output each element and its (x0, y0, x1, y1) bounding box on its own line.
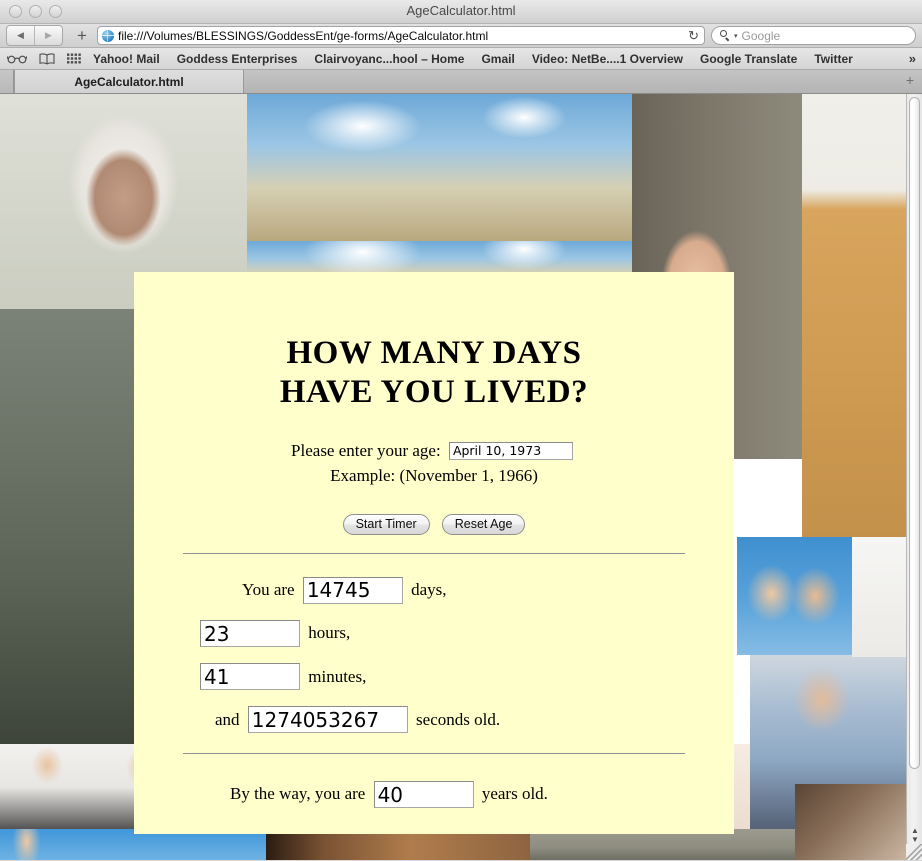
search-placeholder: Google (741, 28, 781, 43)
page-title-line-1: HOW MANY DAYS (286, 335, 582, 371)
bookmark-twitter[interactable]: Twitter (814, 52, 852, 66)
collage-photo-white-filler-2 (852, 537, 906, 657)
add-tab-icon[interactable]: + (906, 73, 914, 87)
scroll-down-arrow-icon[interactable]: ▼ (907, 835, 922, 844)
collage-photo-two-women-blue-sky (737, 537, 852, 655)
title-bar: AgeCalculator.html (0, 0, 922, 24)
tab-strip-start (0, 70, 14, 93)
browser-window: AgeCalculator.html ◀ ▶ + file:///Volumes… (0, 0, 922, 861)
age-calculator-card: HOW MANY DAYS HAVE YOU LIVED? Please ent… (134, 272, 734, 834)
seconds-row: and seconds old. (215, 704, 734, 735)
book-icon[interactable] (39, 52, 55, 65)
forward-button[interactable]: ▶ (34, 26, 62, 45)
divider-bottom (183, 752, 685, 754)
tab-bar: AgeCalculator.html + (0, 70, 922, 94)
new-tab-button[interactable]: + (71, 26, 93, 45)
age-prompt-label: Please enter your age: (291, 440, 441, 460)
days-output[interactable] (302, 576, 403, 604)
back-button[interactable]: ◀ (7, 26, 34, 45)
age-input[interactable] (448, 441, 573, 460)
bookmarks-overflow-icon[interactable]: » (909, 51, 916, 66)
navigation-buttons: ◀ ▶ (6, 25, 63, 46)
age-entry-row: Please enter your age: (134, 440, 734, 461)
reload-icon[interactable]: ↻ (688, 29, 699, 42)
grid-apps-icon[interactable] (67, 53, 81, 65)
globe-icon (102, 29, 114, 42)
page-title-line-2: HAVE YOU LIVED? (279, 373, 589, 410)
collage-photo-children-under-sky (247, 94, 632, 241)
seconds-suffix-label: seconds old. (416, 709, 501, 729)
bookmarks-bar: Yahoo! Mail Goddess Enterprises Clairvoy… (0, 48, 922, 70)
collage-photo-blurred-hair (795, 784, 906, 860)
vertical-scrollbar[interactable]: ▲ ▼ (906, 94, 922, 860)
address-bar-text: file:///Volumes/BLESSINGS/GoddessEnt/ge-… (118, 28, 489, 43)
days-prefix-label: You are (242, 580, 295, 600)
seconds-prefix-label: and (215, 709, 240, 729)
minutes-row: minutes, (196, 661, 734, 692)
bookmark-video-netbeans[interactable]: Video: NetBe....1 Overview (532, 52, 683, 66)
minutes-output[interactable] (200, 663, 300, 691)
search-icon (720, 30, 731, 41)
collage-photo-toddler-in-desert (802, 94, 906, 574)
page-title: HOW MANY DAYS HAVE YOU LIVED? (134, 272, 734, 412)
hours-row: hours, (196, 617, 734, 648)
hours-output[interactable] (200, 620, 300, 648)
tab-agecalculator[interactable]: AgeCalculator.html (14, 70, 244, 93)
address-bar[interactable]: file:///Volumes/BLESSINGS/GoddessEnt/ge-… (97, 26, 705, 45)
reset-age-button[interactable]: Reset Age (441, 513, 526, 536)
bookmark-clairvoyance-school[interactable]: Clairvoyanc...hool – Home (314, 52, 464, 66)
bookmark-goddess-enterprises[interactable]: Goddess Enterprises (177, 52, 298, 66)
divider-top (183, 553, 685, 555)
years-suffix-label: years old. (481, 783, 548, 803)
button-row: Start Timer Reset Age (134, 513, 734, 536)
days-row: You are days, (242, 574, 734, 605)
hours-suffix-label: hours, (308, 623, 351, 643)
bookmark-yahoo-mail[interactable]: Yahoo! Mail (93, 52, 160, 66)
search-input[interactable]: ▾ Google (711, 26, 916, 45)
years-row: By the way, you are years old. (134, 779, 734, 809)
results-block: You are days, hours, minutes, and second… (134, 574, 734, 734)
years-output[interactable] (373, 781, 474, 809)
reader-glasses-icon[interactable] (7, 54, 27, 64)
age-example-label: Example: (November 1, 1966) (330, 465, 538, 485)
scroll-up-arrow-icon[interactable]: ▲ (907, 826, 922, 835)
scrollbar-thumb[interactable] (909, 97, 920, 769)
bookmark-google-translate[interactable]: Google Translate (700, 52, 797, 66)
days-suffix-label: days, (411, 580, 447, 600)
page-viewport: HOW MANY DAYS HAVE YOU LIVED? Please ent… (0, 94, 922, 860)
scrollbar-arrows[interactable]: ▲ ▼ (907, 826, 922, 844)
window-title: AgeCalculator.html (406, 3, 516, 18)
browser-toolbar: ◀ ▶ + file:///Volumes/BLESSINGS/GoddessE… (0, 24, 922, 48)
minutes-suffix-label: minutes, (308, 666, 367, 686)
chevron-down-icon[interactable]: ▾ (734, 32, 738, 40)
years-prefix-label: By the way, you are (230, 783, 366, 803)
start-timer-button[interactable]: Start Timer (342, 513, 430, 536)
bookmark-gmail[interactable]: Gmail (481, 52, 514, 66)
seconds-output[interactable] (247, 706, 408, 734)
tab-strip-empty: + (244, 70, 922, 93)
window-resize-grip-icon[interactable] (906, 844, 922, 860)
